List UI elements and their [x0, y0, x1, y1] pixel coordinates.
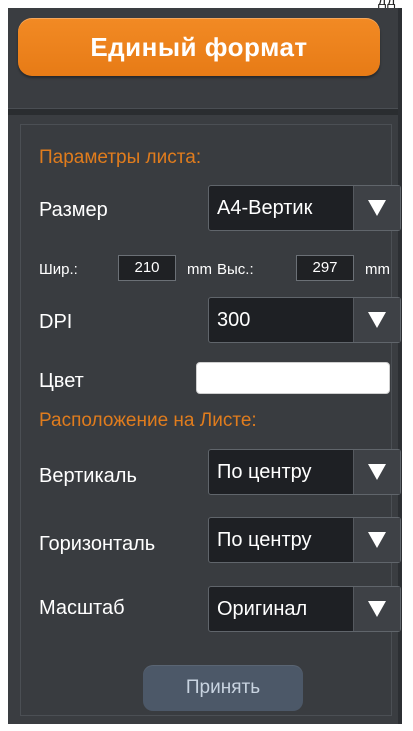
dropdown-arrow-icon [368, 200, 386, 216]
dpi-select-value: 300 [217, 308, 251, 331]
header-separator [8, 108, 398, 115]
height-label: Выс.: [217, 261, 254, 278]
vertical-label: Вертикаль [39, 465, 137, 487]
color-label: Цвет [39, 370, 84, 392]
top-text-fragment: дд [378, 0, 397, 8]
sheet-params-title: Параметры листа: [39, 147, 202, 168]
top-edge-fragment: дд [0, 0, 413, 8]
dpi-select[interactable]: 300 [208, 297, 401, 343]
scale-select-toggle[interactable] [353, 587, 400, 631]
height-unit: mm [365, 261, 390, 278]
size-select[interactable]: А4-Вертик [208, 185, 401, 231]
dpi-select-toggle[interactable] [353, 298, 400, 342]
dropdown-arrow-icon [368, 464, 386, 480]
dpi-label: DPI [39, 311, 73, 333]
scale-select[interactable]: Оригинал [208, 586, 401, 632]
placement-title: Расположение на Листе: [39, 410, 257, 431]
width-unit: mm [187, 261, 212, 278]
color-picker[interactable] [196, 362, 390, 394]
height-input[interactable] [296, 255, 354, 281]
settings-body: Параметры листа: Размер А4-Вертик Шир.: … [20, 124, 401, 716]
dropdown-arrow-icon [368, 312, 386, 328]
size-select-toggle[interactable] [353, 186, 400, 230]
dropdown-arrow-icon [368, 532, 386, 548]
vertical-select-value: По центру [217, 460, 312, 483]
width-input[interactable] [118, 255, 176, 281]
horizontal-label: Горизонталь [39, 533, 156, 555]
horizontal-select-value: По центру [217, 528, 312, 551]
format-panel: Единый формат Параметры листа: Размер А4… [8, 8, 402, 724]
scale-label: Масштаб [39, 597, 125, 619]
size-label: Размер [39, 199, 108, 221]
width-label: Шир.: [39, 261, 78, 278]
size-select-value: А4-Вертик [217, 196, 313, 219]
horizontal-select[interactable]: По центру [208, 517, 401, 563]
vertical-select-toggle[interactable] [353, 450, 400, 494]
horizontal-select-toggle[interactable] [353, 518, 400, 562]
unified-format-button[interactable]: Единый формат [18, 18, 380, 76]
vertical-select[interactable]: По центру [208, 449, 401, 495]
dropdown-arrow-icon [368, 601, 386, 617]
scale-select-value: Оригинал [217, 597, 308, 620]
accept-button[interactable]: Принять [143, 665, 303, 711]
app-frame: дд Единый формат Параметры листа: Размер… [0, 0, 413, 731]
